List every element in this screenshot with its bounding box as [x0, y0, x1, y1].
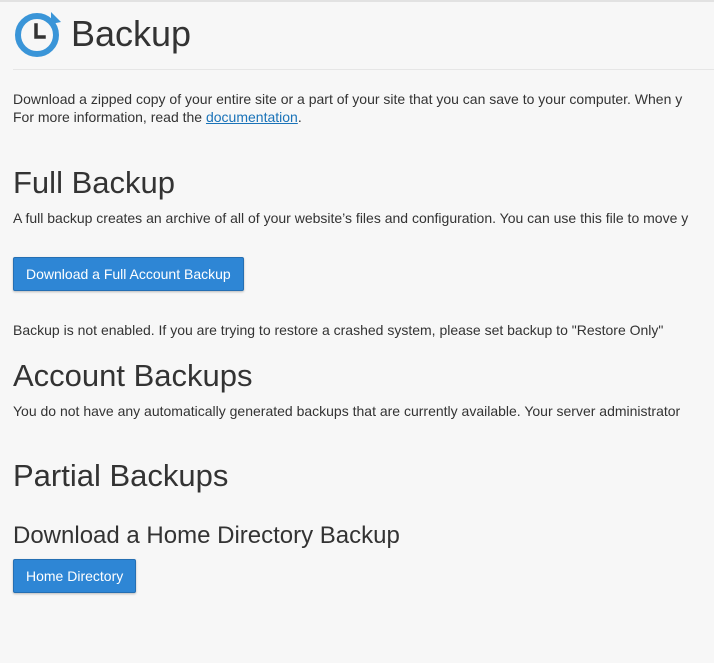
account-backups-heading: Account Backups — [13, 358, 253, 393]
intro-text: Download a zipped copy of your entire si… — [13, 91, 683, 107]
home-directory-button[interactable]: Home Directory — [13, 559, 137, 593]
intro-more-info-suffix: . — [297, 109, 302, 125]
header-divider — [13, 69, 714, 70]
page-header: Backup — [13, 10, 191, 58]
home-directory-heading: Download a Home Directory Backup — [13, 522, 400, 549]
intro-more-info-prefix: For more information, read the — [13, 109, 206, 125]
full-backup-heading: Full Backup — [13, 165, 175, 200]
backup-clock-icon — [15, 12, 61, 57]
documentation-link[interactable]: documentation — [206, 109, 298, 125]
full-backup-description: A full backup creates an archive of all … — [13, 210, 689, 226]
backup-status-text: Backup is not enabled. If you are trying… — [13, 322, 664, 338]
account-backups-description: You do not have any automatically genera… — [13, 403, 681, 419]
partial-backups-heading: Partial Backups — [13, 458, 229, 493]
download-full-backup-button[interactable]: Download a Full Account Backup — [13, 257, 244, 291]
intro-more-info: For more information, read the documenta… — [13, 108, 302, 126]
page-title: Backup — [71, 13, 192, 54]
top-edge-shadow — [0, 0, 714, 2]
